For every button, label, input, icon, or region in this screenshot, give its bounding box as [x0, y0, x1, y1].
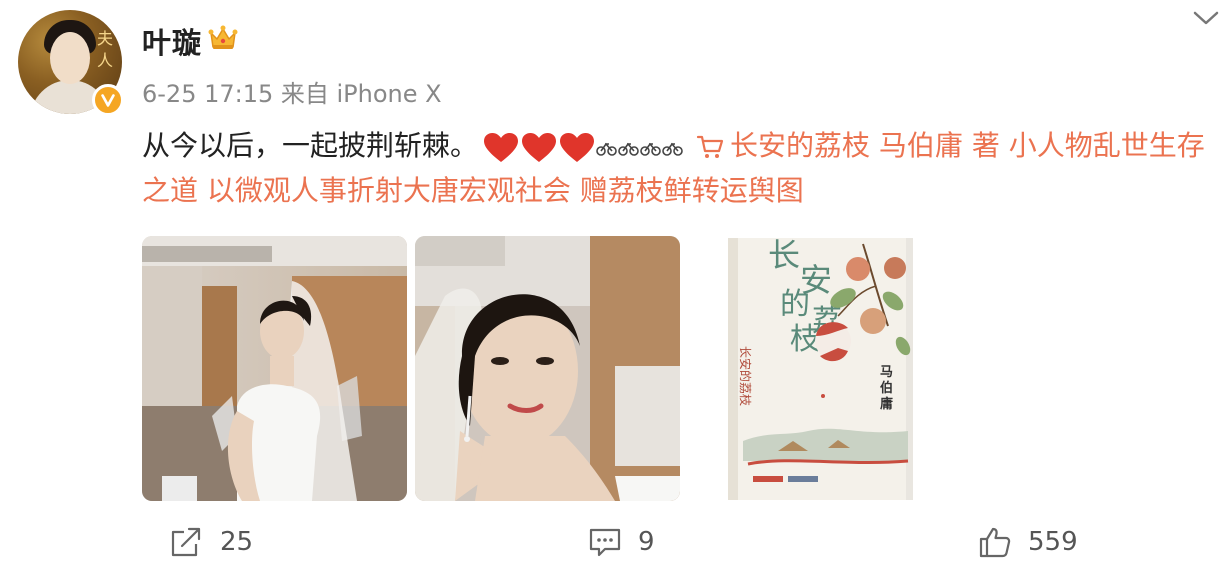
crown-icon[interactable]: [208, 24, 238, 52]
heart-icon: [522, 133, 557, 162]
avatar-decoration: 夫人: [96, 29, 113, 70]
share-icon: [171, 527, 201, 557]
svg-text:马: 马: [880, 365, 893, 380]
verified-badge-icon: [92, 84, 124, 116]
post-main-text: 从今以后，一起披荆斩棘。: [142, 129, 479, 162]
svg-text:的: 的: [780, 287, 810, 322]
thumbs-up-icon: [979, 527, 1011, 558]
chevron-down-icon[interactable]: [1192, 8, 1220, 28]
book-cover[interactable]: 长 安 的 荔 枝 长安的荔枝 马 伯 庸: [688, 236, 953, 501]
bride-photo-1[interactable]: [142, 236, 407, 501]
repost-button[interactable]: 25: [170, 524, 253, 560]
weibo-post: 夫人 叶璇 6-25 17:15 来自 iPhone X 从今以后，一起披荆斩棘…: [0, 0, 1230, 568]
bride-photo-2[interactable]: [415, 236, 680, 501]
svg-text:庸: 庸: [880, 396, 893, 412]
bicycle-stickers-icon: [596, 142, 683, 156]
like-count: 559: [1028, 527, 1078, 557]
svg-text:伯: 伯: [880, 380, 893, 396]
like-button[interactable]: 559: [978, 524, 1078, 560]
username[interactable]: 叶璇: [142, 20, 202, 62]
comment-icon: [589, 528, 621, 557]
post-text: 从今以后，一起披荆斩棘。 长安的荔枝 马伯庸 著 小人物乱世生存之道 以微观人事…: [142, 124, 1227, 213]
comment-count: 9: [638, 527, 655, 557]
repost-count: 25: [220, 527, 254, 557]
heart-emojis: [482, 125, 596, 169]
post-meta: 6-25 17:15 来自 iPhone X: [142, 80, 442, 108]
svg-text:长: 长: [768, 236, 800, 274]
comment-button[interactable]: 9: [588, 524, 655, 560]
shopping-cart-icon[interactable]: [696, 134, 724, 160]
heart-icon: [560, 133, 595, 162]
heart-icon: [484, 133, 519, 162]
avatar[interactable]: 夫人: [18, 10, 124, 116]
svg-text:长安的荔枝: 长安的荔枝: [738, 346, 753, 406]
